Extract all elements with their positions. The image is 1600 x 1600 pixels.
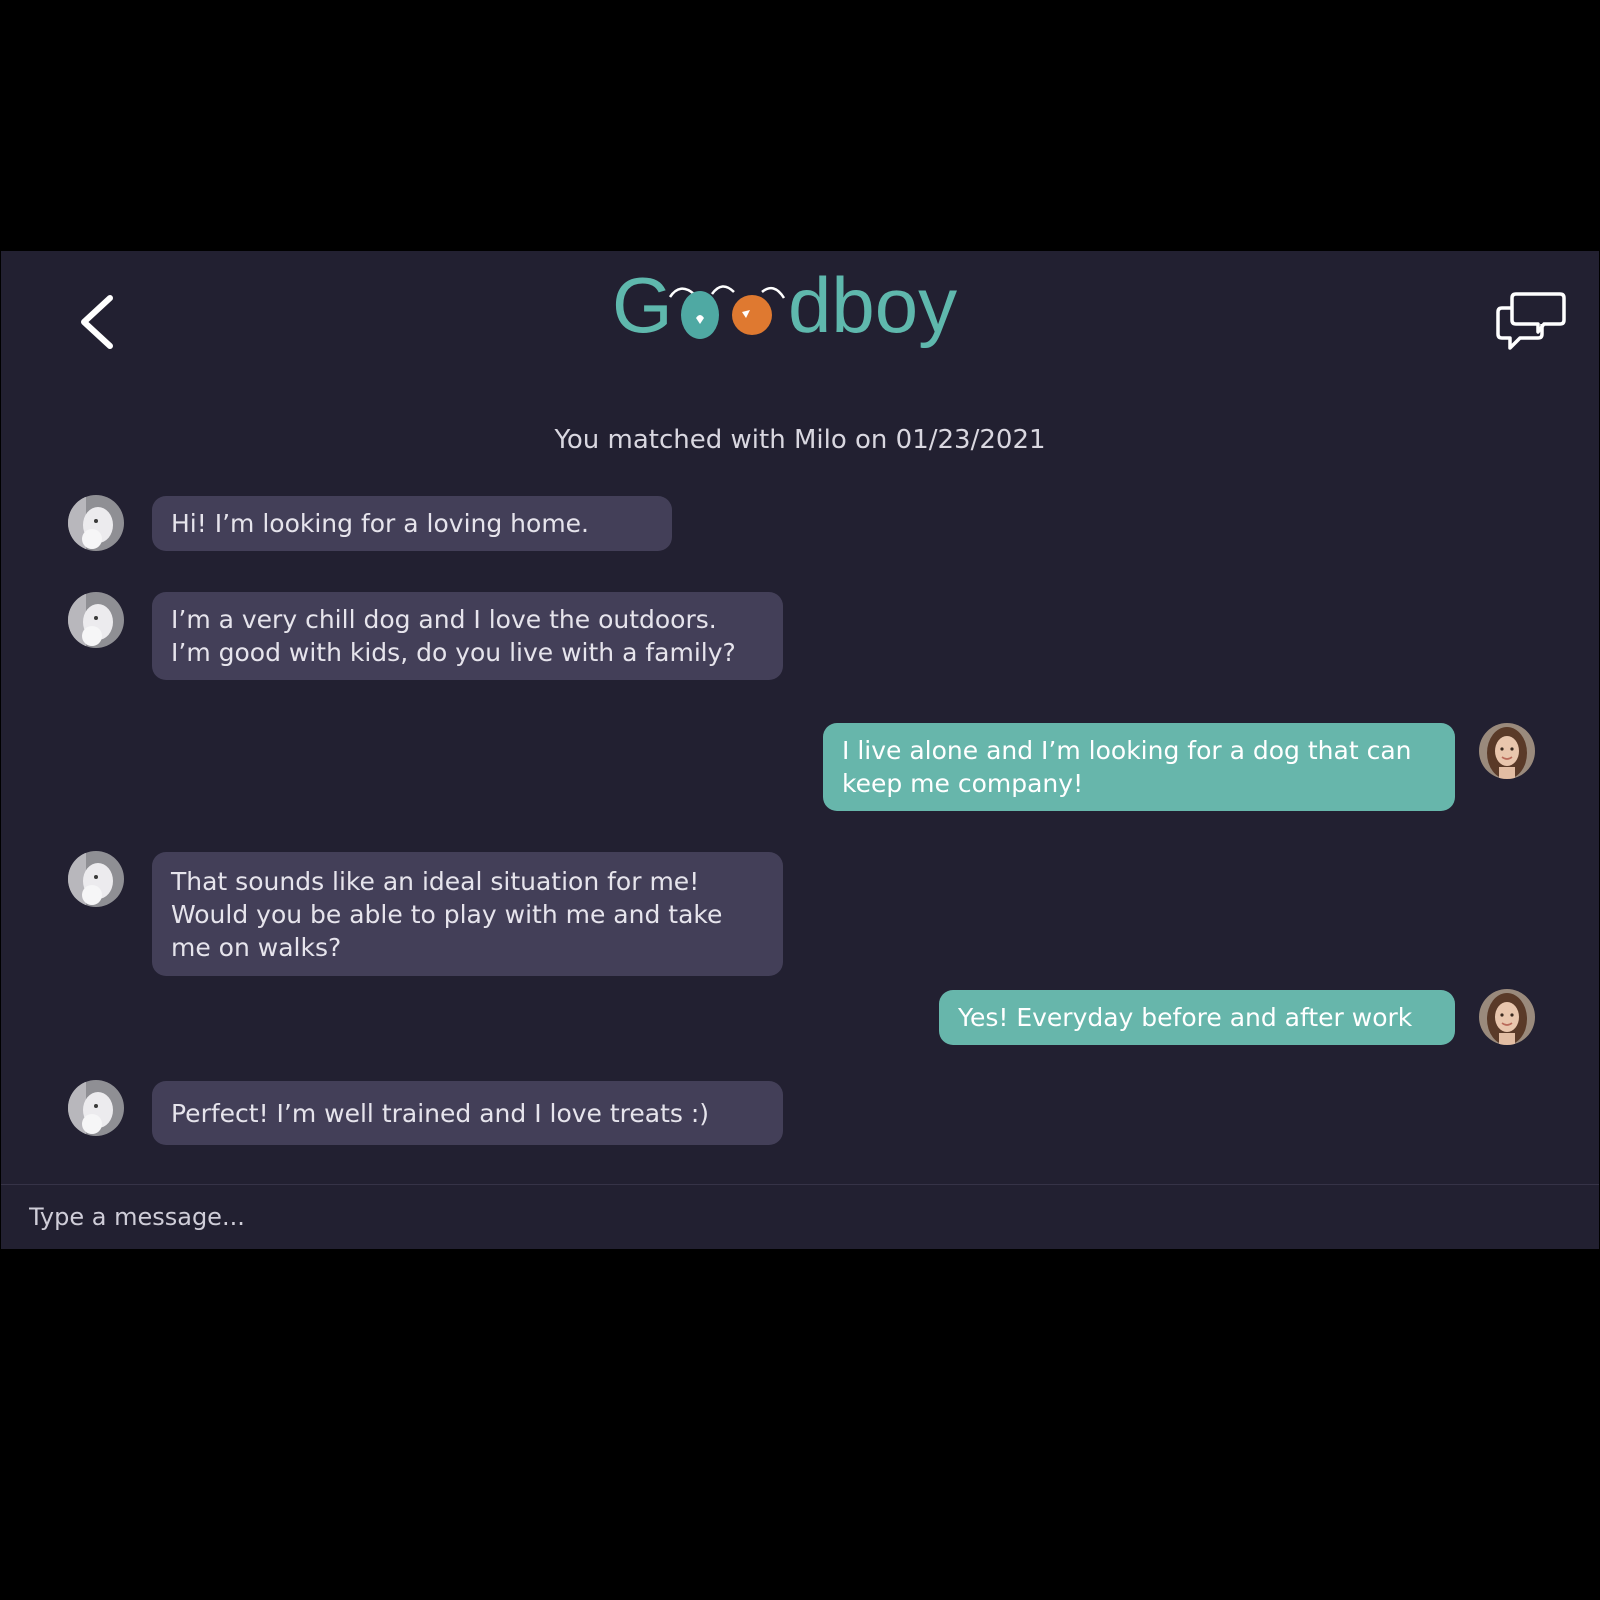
dog-avatar[interactable]: [68, 495, 124, 551]
message-bubble-outgoing: Yes! Everyday before and after work: [939, 990, 1455, 1045]
message-bubble-incoming: Perfect! I’m well trained and I love tre…: [152, 1081, 783, 1145]
message-bubble-outgoing: I live alone and I’m looking for a dog t…: [823, 723, 1455, 811]
chat-bubbles-icon: [1496, 292, 1566, 350]
message-bubble-incoming: That sounds like an ideal situation for …: [152, 852, 783, 976]
message-bubble-incoming: I’m a very chill dog and I love the outd…: [152, 592, 783, 680]
message-bubble-incoming: Hi! I’m looking for a loving home.: [152, 496, 672, 551]
match-notice: You matched with Milo on 01/23/2021: [554, 425, 1046, 455]
dog-avatar[interactable]: [68, 1080, 124, 1136]
svg-text:G: G: [612, 262, 673, 349]
svg-text:dboy: dboy: [788, 262, 957, 349]
chevron-left-icon: [81, 295, 113, 349]
user-avatar[interactable]: [1479, 723, 1535, 779]
dog-avatar[interactable]: [68, 592, 124, 648]
user-avatar[interactable]: [1479, 989, 1535, 1045]
goodboy-logo: G dboy: [612, 262, 992, 358]
conversations-button[interactable]: [1494, 288, 1570, 356]
dog-avatar[interactable]: [68, 851, 124, 907]
message-input[interactable]: [1, 1185, 1599, 1249]
back-button[interactable]: [64, 282, 130, 362]
